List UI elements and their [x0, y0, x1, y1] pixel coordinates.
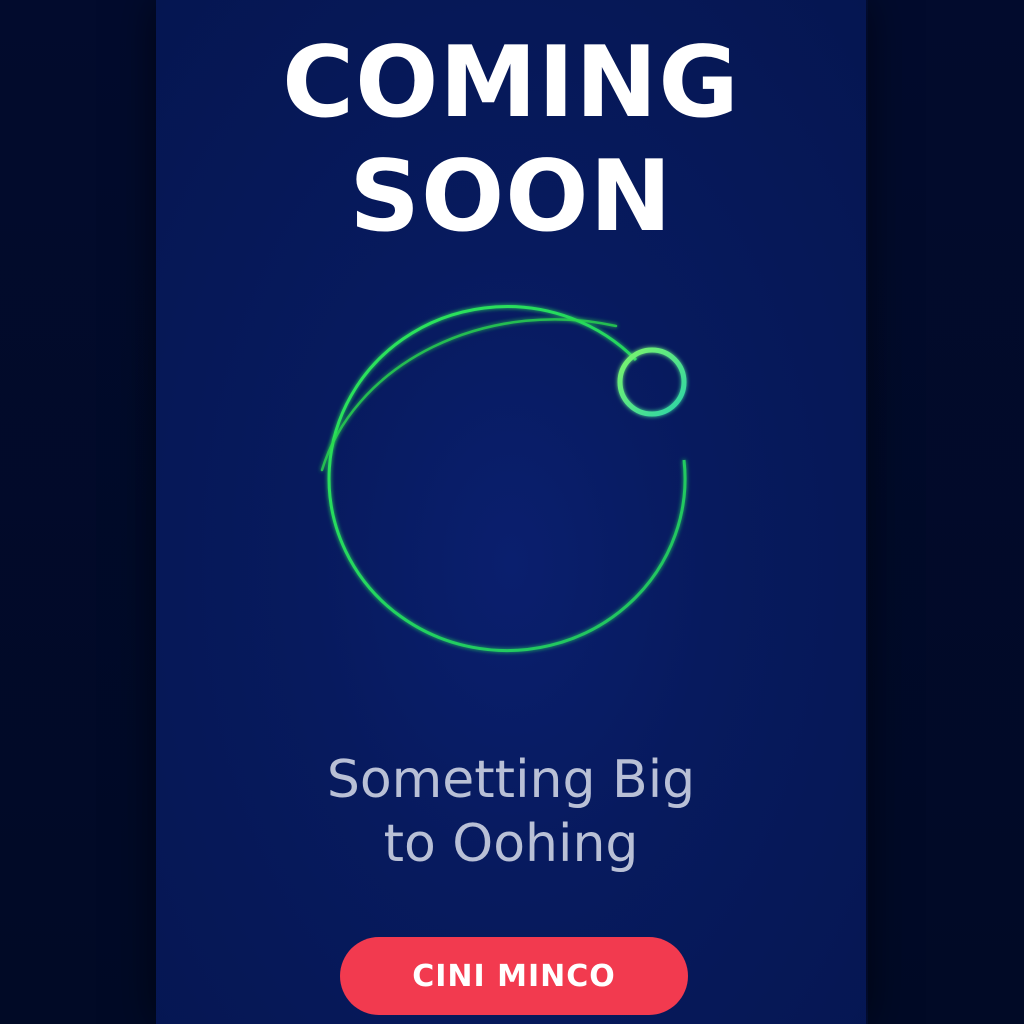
coming-soon-panel: COMING SOON Sometting Big to Oohing CINI…	[156, 0, 866, 1024]
notify-button-label: CINI MINCO	[412, 958, 616, 994]
left-backdrop	[0, 0, 156, 1024]
notify-button[interactable]: CINI MINCO	[340, 937, 688, 1015]
tagline-line-1: Sometting Big	[326, 750, 696, 810]
orbit-ring-icon	[320, 305, 687, 653]
screen: COMING SOON Sometting Big to Oohing CINI…	[0, 0, 1024, 1024]
tagline-line-2: to Oohing	[383, 814, 639, 874]
orbit-trail	[320, 318, 618, 472]
orbit-dot	[617, 347, 687, 417]
right-backdrop	[868, 0, 1024, 1024]
